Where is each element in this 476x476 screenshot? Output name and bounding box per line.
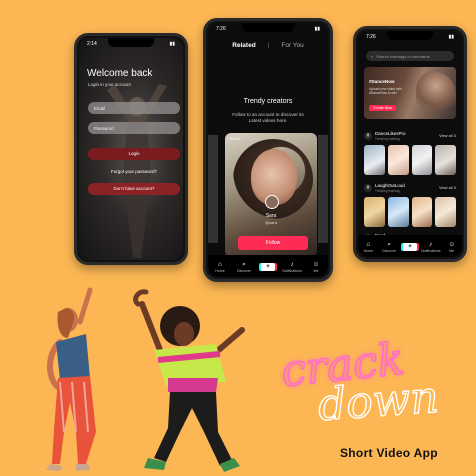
tab-separator: |	[267, 42, 270, 49]
email-field[interactable]: Email	[88, 102, 180, 114]
card-source-label: TikTok	[229, 136, 241, 141]
nav-label: Me	[313, 269, 319, 273]
nav-label: Discover	[382, 249, 397, 253]
login-button[interactable]: Login	[88, 148, 180, 160]
video-thumbnail[interactable]	[364, 197, 385, 227]
section-title: DanceLikesPro	[375, 131, 406, 136]
video-thumbnail[interactable]	[435, 197, 456, 227]
next-card-peek[interactable]	[318, 135, 328, 243]
hashtag-section-header: # LaughOutLoud Trending hashtag View all…	[364, 183, 456, 195]
bell-icon: ♪	[290, 261, 294, 268]
creator-name: Sara	[265, 213, 277, 219]
login-screen: 2:14 ▮▮ Welcome back Login in your accou…	[79, 38, 183, 260]
plus-icon: +	[261, 263, 275, 271]
dancer-left-figure	[46, 287, 96, 471]
video-thumbnail[interactable]	[387, 197, 409, 227]
nav-label: Notifications	[282, 269, 302, 273]
discover-screen: 7:26 ▮▮ ⌕ Search hashtags or username #D…	[358, 31, 462, 257]
search-input[interactable]: ⌕ Search hashtags or username	[366, 51, 454, 61]
section-subtitle: Trending hashtag	[375, 189, 400, 193]
welcome-subtitle: Login in your account	[88, 82, 131, 87]
app-tagline: Short Video App	[340, 446, 438, 460]
video-thumbnail[interactable]	[364, 145, 385, 175]
related-screen: 7:26 ▮▮ Related | For You Trendy creator…	[208, 23, 328, 277]
nav-label: Me	[449, 249, 455, 253]
nav-label: Home	[215, 269, 225, 273]
nav-notifications[interactable]: ♪ Notifications	[282, 261, 302, 273]
phone-notch	[108, 38, 154, 47]
related-phone: 7:26 ▮▮ Related | For You Trendy creator…	[203, 18, 333, 282]
profile-icon: ☺	[312, 261, 320, 268]
banner-description: Upload new video with #DanceNow to win	[369, 87, 402, 96]
phone-notch	[241, 23, 295, 32]
promo-banner[interactable]: #DanceNow Upload new video with #DanceNo…	[364, 67, 456, 119]
video-thumbnail[interactable]	[387, 145, 409, 175]
profile-icon: ☺	[448, 241, 455, 248]
video-thumbnail-row	[364, 197, 456, 227]
view-all-link[interactable]: View all 3	[439, 185, 456, 190]
nav-me[interactable]: ☺ Me	[307, 261, 325, 273]
video-thumbnail[interactable]	[411, 145, 433, 175]
nav-label: Discover	[237, 269, 251, 273]
follow-button[interactable]: Follow	[238, 236, 308, 250]
nav-home[interactable]: ⌂ Home	[359, 241, 377, 253]
password-field[interactable]: Password	[88, 122, 180, 134]
forgot-password-link[interactable]: Forgot your password?	[88, 169, 180, 174]
phone-notch	[387, 31, 433, 40]
dancer-right-figure	[133, 289, 245, 472]
video-thumbnail[interactable]	[411, 197, 433, 227]
bell-icon: ♪	[429, 241, 433, 248]
hashtag-section-header: # DanceLikesPro Trending hashtag View al…	[364, 131, 456, 143]
bottom-nav: ⌂ Home ⌕ Discover + ♪ Notifications ☺ Me	[358, 235, 462, 257]
hashtag-icon: #	[364, 184, 372, 192]
banner-hashtag: #DanceNow	[369, 79, 395, 84]
create-now-button[interactable]: Create Now	[369, 105, 396, 111]
search-placeholder: Search hashtags or username	[376, 53, 430, 59]
tab-related[interactable]: Related	[232, 42, 255, 49]
trendy-creators-title: Trendy creators	[243, 98, 293, 105]
login-phone: 2:14 ▮▮ Welcome back Login in your accou…	[74, 33, 188, 265]
video-thumbnail[interactable]	[435, 145, 456, 175]
nav-notifications[interactable]: ♪ Notifications	[421, 241, 441, 253]
tab-for-you[interactable]: For You	[281, 42, 303, 49]
nav-home[interactable]: ⌂ Home	[211, 261, 229, 273]
status-time: 7:26	[366, 34, 376, 40]
prev-card-peek[interactable]	[208, 135, 218, 243]
nav-me[interactable]: ☺ Me	[443, 241, 461, 253]
home-icon: ⌂	[218, 261, 222, 268]
brand-word-down: down	[316, 371, 441, 432]
plus-icon: +	[402, 243, 417, 251]
status-time: 2:14	[87, 41, 97, 47]
nav-create[interactable]: +	[401, 243, 419, 251]
nav-label: Home	[363, 249, 374, 253]
battery-icon: ▮▮	[314, 26, 320, 32]
avatar[interactable]	[265, 195, 279, 209]
discover-phone: 7:26 ▮▮ ⌕ Search hashtags or username #D…	[353, 26, 467, 262]
nav-create[interactable]: +	[259, 263, 277, 271]
nav-discover[interactable]: ⌕ Discover	[380, 241, 398, 253]
home-icon: ⌂	[366, 241, 371, 248]
feed-tabs: Related | For You	[208, 42, 328, 49]
video-thumbnail-row	[364, 145, 456, 175]
search-icon: ⌕	[387, 241, 391, 248]
nav-discover[interactable]: ⌕ Discover	[235, 261, 253, 273]
search-icon: ⌕	[242, 261, 246, 268]
status-time: 7:26	[216, 26, 226, 32]
creator-handle: @sara	[265, 220, 277, 225]
battery-icon: ▮▮	[169, 41, 175, 47]
section-subtitle: Trending hashtag	[375, 137, 400, 141]
welcome-title: Welcome back	[87, 68, 153, 79]
section-title: LaughOutLoud	[375, 183, 405, 188]
battery-icon: ▮▮	[448, 34, 454, 40]
trendy-creators-subtitle: Follow to an account to discover its Lat…	[232, 112, 304, 123]
hashtag-icon: #	[364, 132, 372, 140]
bottom-nav: ⌂ Home ⌕ Discover + ♪ Notifications ☺ Me	[208, 255, 328, 277]
nav-label: Notifications	[421, 249, 441, 253]
dancers-illustration	[46, 287, 245, 472]
signup-button[interactable]: Don't have account?	[88, 183, 180, 195]
banner-dancer-image	[416, 72, 456, 118]
view-all-link[interactable]: View all 3	[439, 133, 456, 138]
search-icon: ⌕	[371, 53, 374, 59]
